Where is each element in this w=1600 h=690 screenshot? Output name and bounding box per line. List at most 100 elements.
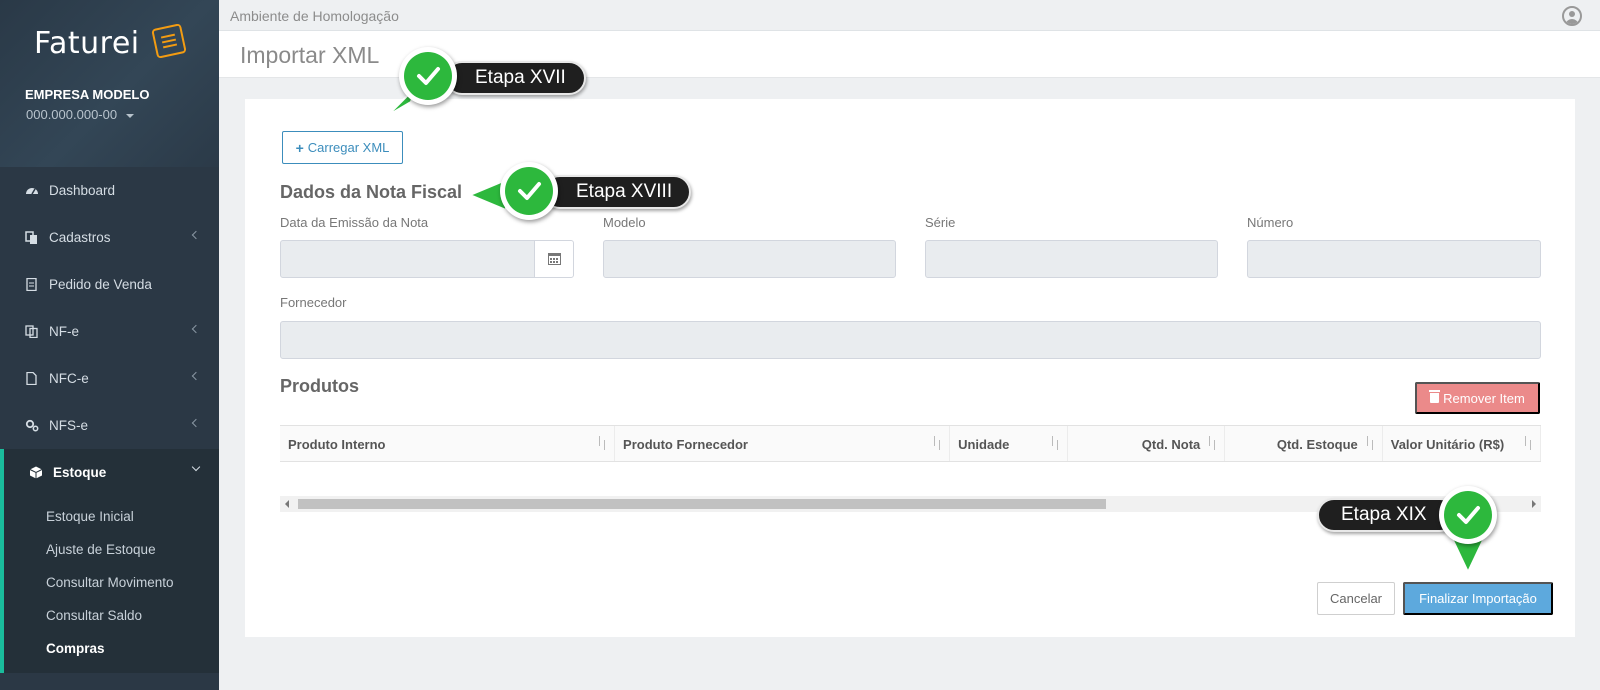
sidebar-item-dashboard[interactable]: Dashboard <box>0 167 219 214</box>
sidebar-item-estoque[interactable]: Estoque <box>0 449 219 496</box>
issue-date-field[interactable] <box>280 240 535 278</box>
chevron-down-icon <box>191 462 201 472</box>
step-callout-17: Etapa XVII <box>445 61 586 95</box>
products-section-title: Produtos <box>280 376 359 396</box>
supplier-field[interactable] <box>280 321 1541 359</box>
plus-icon: + <box>295 139 304 156</box>
sort-icon <box>598 436 606 450</box>
sidebar-item-cadastros[interactable]: Cadastros <box>0 214 219 261</box>
chevron-left-icon <box>191 230 201 240</box>
checkmark-icon <box>417 67 440 85</box>
column-header-unidade[interactable]: Unidade <box>950 426 1068 461</box>
column-header-label: Produto Fornecedor <box>623 436 748 452</box>
sidebar-item-label: Cadastros <box>49 230 111 245</box>
topbar: Ambiente de Homologação <box>219 0 1600 31</box>
logo[interactable]: Faturei <box>34 23 187 61</box>
column-header-label: Produto Interno <box>288 436 386 452</box>
company-selector[interactable]: 000.000.000-00 <box>26 107 134 122</box>
check-badge-18 <box>500 162 558 220</box>
column-header-label: Qtd. Estoque <box>1276 436 1358 452</box>
estoque-submenu: Estoque Inicial Ajuste de Estoque Consul… <box>0 496 219 673</box>
check-badge-19 <box>1439 486 1497 544</box>
remove-item-button[interactable]: Remover Item <box>1415 382 1540 414</box>
model-field[interactable] <box>603 240 896 278</box>
column-header-produto-interno[interactable]: Produto Interno <box>280 426 616 461</box>
cube-icon <box>29 466 43 479</box>
step-callout-label: Etapa XVIII <box>576 181 673 202</box>
sidebar-header: Faturei EMPRESA MODELO 000.000.000-00 <box>0 0 219 167</box>
column-header-valor-unitario[interactable]: Valor Unitário (R$) <box>1382 426 1541 461</box>
remove-item-label: Remover Item <box>1443 390 1525 406</box>
issue-date-label: Data da Emissão da Nota <box>280 215 429 230</box>
step-callout-label: Etapa XIX <box>1341 504 1427 525</box>
scrollbar-thumb[interactable] <box>298 499 1106 509</box>
trash-icon <box>1429 390 1441 403</box>
load-xml-button[interactable]: + Carregar XML <box>282 131 403 164</box>
chevron-left-icon <box>191 324 201 334</box>
sidebar-item-pedido-venda[interactable]: Pedido de Venda <box>0 261 219 308</box>
sidebar-item-label: NF-e <box>49 324 79 339</box>
cancel-button[interactable]: Cancelar <box>1317 582 1395 615</box>
submenu-item-compras[interactable]: Compras <box>4 632 219 665</box>
logo-receipt-icon <box>151 23 187 59</box>
checkmark-icon <box>518 182 541 200</box>
step-callout-label: Etapa XVII <box>475 67 566 88</box>
column-header-label: Unidade <box>958 436 1010 452</box>
submenu-item-ajuste-estoque[interactable]: Ajuste de Estoque <box>4 533 219 566</box>
sidebar-item-label: Dashboard <box>49 183 116 198</box>
company-cnpj: 000.000.000-00 <box>26 107 118 122</box>
sidebar: Faturei EMPRESA MODELO 000.000.000-00 Da… <box>0 0 219 690</box>
column-header-qtd-estoque[interactable]: Qtd. Estoque <box>1225 426 1383 461</box>
badge-fill <box>1444 491 1492 539</box>
column-header-qtd-nota[interactable]: Qtd. Nota <box>1067 426 1226 461</box>
sidebar-item-label: Pedido de Venda <box>49 277 152 292</box>
sort-icon <box>1366 436 1374 450</box>
column-header-label: Valor Unitário (R$) <box>1390 436 1505 452</box>
badge-fill <box>505 167 553 215</box>
sort-icon <box>1051 436 1059 450</box>
import-panel: + Carregar XML Dados da Nota Fiscal Data… <box>245 99 1575 637</box>
badge-fill <box>404 52 452 100</box>
sidebar-item-label: Estoque <box>53 465 107 480</box>
step-callout-18: Etapa XVIII <box>543 175 691 209</box>
number-field[interactable] <box>1247 240 1541 278</box>
model-label: Modelo <box>603 215 646 230</box>
chevron-left-icon <box>191 418 201 428</box>
series-label: Série <box>925 215 956 230</box>
logo-text: Faturei <box>34 26 140 61</box>
invoice-section-title: Dados da Nota Fiscal <box>280 182 463 202</box>
series-field[interactable] <box>925 240 1218 278</box>
number-label: Número <box>1247 215 1294 230</box>
step-callout-19: Etapa XIX <box>1317 498 1457 532</box>
caret-down-icon <box>125 113 134 118</box>
sort-icon <box>1524 436 1532 450</box>
page-title: Importar XML <box>240 42 380 68</box>
sidebar-item-label: NFC-e <box>49 371 89 386</box>
gears-icon <box>25 419 39 432</box>
sidebar-item-nfse[interactable]: NFS-e <box>0 402 219 449</box>
company-name: EMPRESA MODELO <box>25 87 150 102</box>
checkmark-icon <box>1457 506 1480 524</box>
sidebar-item-nfe[interactable]: NF-e <box>0 308 219 355</box>
scroll-left-arrow-icon[interactable] <box>285 500 289 508</box>
submenu-item-estoque-inicial[interactable]: Estoque Inicial <box>4 500 219 533</box>
load-xml-label: Carregar XML <box>307 140 390 155</box>
column-header-produto-fornecedor[interactable]: Produto Fornecedor <box>615 426 951 461</box>
sort-icon <box>1208 436 1216 450</box>
submenu-item-consultar-movimento[interactable]: Consultar Movimento <box>4 566 219 599</box>
calendar-icon <box>547 253 561 265</box>
document-icon <box>26 278 37 291</box>
file-icon <box>26 372 37 385</box>
products-table-header: Produto Interno Produto Fornecedor Unida… <box>280 425 1541 462</box>
chevron-left-icon <box>191 371 201 381</box>
finish-import-button[interactable]: Finalizar Importação <box>1403 582 1553 615</box>
sidebar-menu: Dashboard Cadastros Pedido de Venda NF-e… <box>0 167 219 673</box>
copy-icon <box>25 231 37 244</box>
scroll-right-arrow-icon[interactable] <box>1532 500 1536 508</box>
date-picker-button[interactable] <box>534 240 574 278</box>
user-avatar-icon[interactable] <box>1562 6 1582 26</box>
files-icon <box>25 325 38 338</box>
sidebar-item-nfce[interactable]: NFC-e <box>0 355 219 402</box>
check-badge-17 <box>399 47 457 105</box>
submenu-item-consultar-saldo[interactable]: Consultar Saldo <box>4 599 219 632</box>
